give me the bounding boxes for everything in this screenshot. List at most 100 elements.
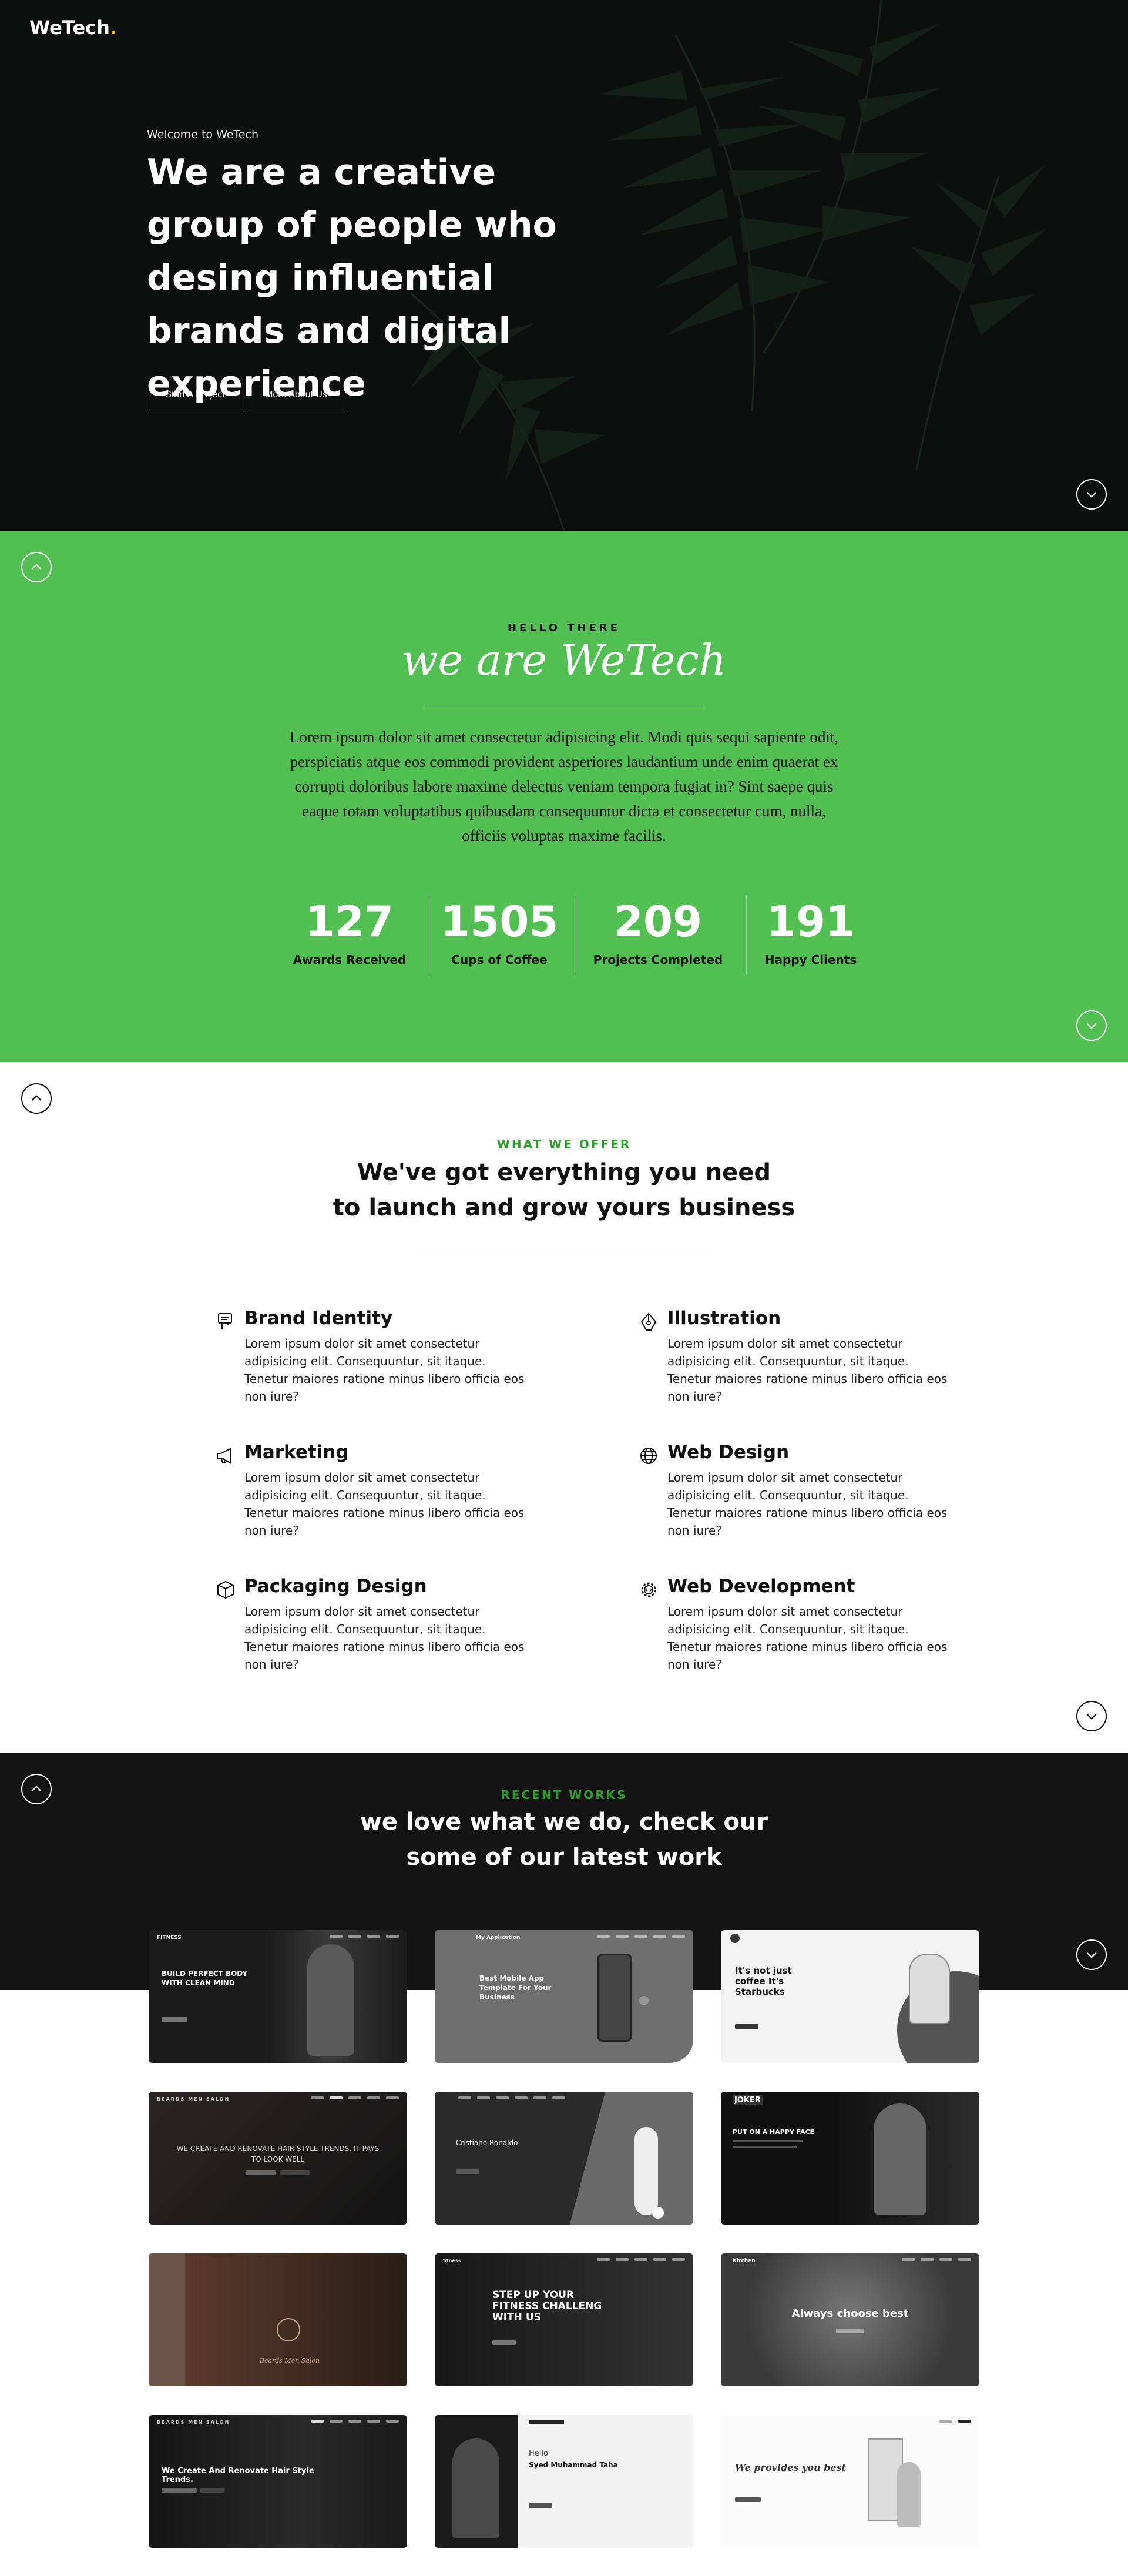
work-button: [200, 2488, 224, 2493]
works-title-line: some of our latest work: [406, 1844, 722, 1871]
about-script-title: we are WeTech: [401, 635, 727, 685]
work-thumbnail[interactable]: My Application Best Mobile App Template …: [435, 1930, 693, 2063]
work-tag: My Application: [476, 1935, 521, 1941]
start-project-button[interactable]: Start A Project: [147, 380, 243, 410]
work-caption: Cristiano Ronaldo: [456, 2139, 518, 2147]
work-nav: [330, 1935, 399, 1938]
work-dot: [639, 1996, 649, 2005]
scroll-up-button[interactable]: [21, 1083, 52, 1114]
work-caption: Always choose best: [791, 2307, 909, 2320]
scroll-down-button[interactable]: [1076, 1939, 1107, 1970]
work-button: [246, 2170, 276, 2175]
work-thumbnail[interactable]: BEARDS MEN SALON We Create And Renovate …: [149, 2415, 407, 2548]
work-tag: JOKER: [733, 2095, 763, 2105]
scroll-down-button[interactable]: [1076, 1701, 1107, 1731]
about-section: HELLO THERE we are WeTech Lorem ipsum do…: [0, 531, 1128, 1062]
scroll-down-button[interactable]: [1076, 479, 1107, 510]
hero-title: We are a creative group of people who de…: [147, 152, 557, 404]
work-thumbnail[interactable]: We provides you best: [721, 2415, 979, 2548]
brand-logo[interactable]: WeTech.: [29, 16, 117, 39]
work-thumbnail[interactable]: Beards Men Salon: [149, 2253, 407, 2386]
stat-label: Happy Clients: [764, 953, 857, 967]
works-title-line: we love what we do, check our: [360, 1808, 768, 1835]
stat-clients: 191 Happy Clients: [758, 895, 864, 967]
stat-label: Projects Completed: [593, 953, 723, 967]
service-name: Marketing: [244, 1442, 349, 1463]
service-description: Lorem ipsum dolor sit amet consectetur a…: [667, 1470, 948, 1537]
work-button: [492, 2340, 516, 2345]
works-eyebrow: RECENT WORKS: [501, 1788, 627, 1802]
work-thumbnail[interactable]: BEARDS MEN SALON WE CREATE AND RENOVATE …: [149, 2092, 407, 2225]
work-nav: [902, 2258, 971, 2261]
work-caption: Beards Men Salon: [259, 2357, 320, 2364]
chevron-down-icon: [1086, 1952, 1097, 1958]
work-tag: fitness: [443, 2258, 461, 2263]
work-button: [162, 2488, 197, 2493]
work-button: [529, 2503, 552, 2508]
hero-section: WeTech. Welcome to WeTech We are a creat…: [0, 0, 1128, 531]
work-thumbnail[interactable]: JOKER PUT ON A HAPPY FACE: [721, 2092, 979, 2225]
illustration-icon: [640, 1312, 657, 1331]
work-tag: Hello: [529, 2449, 548, 2458]
work-text-line: [733, 2146, 797, 2148]
chevron-up-icon: [31, 564, 42, 570]
work-thumbnail[interactable]: It's not just coffee It's Starbucks: [721, 1930, 979, 2063]
work-ball: [652, 2207, 664, 2219]
stat-value: 1505: [441, 897, 559, 946]
stat-projects: 209 Projects Completed: [588, 895, 728, 967]
scroll-down-button[interactable]: [1076, 1010, 1107, 1041]
about-paragraph: Lorem ipsum dolor sit amet consectetur a…: [289, 728, 839, 845]
starbucks-logo: [730, 1934, 740, 1943]
service-name: Brand Identity: [244, 1308, 393, 1329]
work-nav: [311, 2420, 399, 2423]
service-description: Lorem ipsum dolor sit amet consectetur a…: [244, 1470, 525, 1537]
globe-icon: [640, 1448, 657, 1464]
work-thumbnail[interactable]: Kitchen Always choose best: [721, 2253, 979, 2386]
stat-label: Cups of Coffee: [451, 953, 548, 967]
work-button: [280, 2170, 310, 2175]
work-caption: WE CREATE AND RENOVATE HAIR STYLE TRENDS…: [176, 2145, 380, 2163]
services-title-line: to launch and grow yours business: [333, 1194, 795, 1221]
work-caption: PUT ON A HAPPY FACE: [733, 2128, 815, 2136]
chevron-down-icon: [1086, 1023, 1097, 1029]
stat-value: 191: [766, 897, 855, 946]
service-name: Packaging Design: [244, 1576, 427, 1597]
work-button: [836, 2329, 864, 2333]
work-tag: Kitchen: [733, 2258, 756, 2264]
work-header-bar: [529, 2420, 564, 2424]
work-button: [735, 2497, 761, 2502]
services-title: We've got everything you need to launch …: [0, 1155, 1128, 1225]
work-nav: [311, 2096, 399, 2099]
service-description: Lorem ipsum dolor sit amet consectetur a…: [667, 1604, 948, 1671]
service-description: Lorem ipsum dolor sit amet consectetur a…: [667, 1336, 948, 1403]
work-button: [735, 2024, 758, 2029]
chevron-down-icon: [1086, 491, 1097, 498]
package-icon: [217, 1580, 234, 1599]
work-thumbnail[interactable]: Hello Syed Muhammad Taha: [435, 2415, 693, 2548]
gear-code-icon: [641, 1582, 656, 1597]
megaphone-icon: [217, 1448, 231, 1464]
service-description: Lorem ipsum dolor sit amet consectetur a…: [244, 1336, 525, 1403]
more-about-us-button[interactable]: More About Us: [247, 380, 345, 410]
services-title-line: We've got everything you need: [357, 1159, 771, 1186]
brand-identity-icon: [218, 1313, 232, 1329]
work-button: [162, 2017, 187, 2022]
work-caption: It's not just coffee It's Starbucks: [735, 1965, 792, 1997]
work-caption: We provides you best: [735, 2462, 846, 2473]
scroll-up-button[interactable]: [21, 552, 52, 582]
services-section: WHAT WE OFFER We've got everything you n…: [0, 1062, 1128, 1753]
services-eyebrow: WHAT WE OFFER: [496, 1137, 632, 1151]
work-nav: [597, 2258, 685, 2261]
work-thumbnail[interactable]: Cristiano Ronaldo: [435, 2092, 693, 2225]
work-portrait: [452, 2438, 499, 2538]
work-caption: We Create And Renovate Hair Style Trends…: [162, 2467, 314, 2484]
service-name: Web Development: [667, 1576, 855, 1597]
work-thumbnail[interactable]: fitness STEP UP YOUR FITNESS CHALLENG WI…: [435, 2253, 693, 2386]
work-tag: BEARDS MEN SALON: [157, 2420, 230, 2425]
service-name: Illustration: [667, 1308, 781, 1329]
work-thumbnail[interactable]: FITNESS BUILD PERFECT BODY WITH CLEAN MI…: [149, 1930, 407, 2063]
stat-value: 127: [305, 897, 394, 946]
work-phone-mockup: [597, 1954, 632, 2042]
work-caption: BUILD PERFECT BODY WITH CLEAN MIND: [162, 1969, 248, 1987]
works-title: we love what we do, check our some of ou…: [0, 1804, 1128, 1875]
